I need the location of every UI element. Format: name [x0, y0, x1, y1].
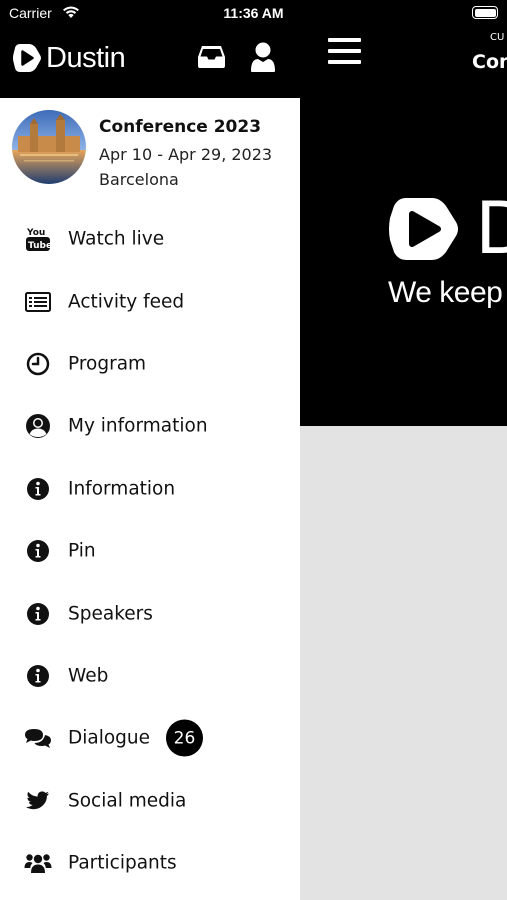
menu-item-speakers[interactable]: Speakers: [0, 582, 300, 644]
info-icon: [24, 662, 52, 690]
menu-item-label: Pin: [68, 540, 96, 562]
menu-item-my-information[interactable]: My information: [0, 395, 300, 457]
menu-item-label: Participants: [68, 852, 177, 874]
battery-icon: [472, 6, 498, 19]
menu-item-participants[interactable]: Participants: [0, 832, 300, 894]
unread-count-badge: 26: [166, 719, 203, 757]
menu-item-label: Social media: [68, 790, 187, 812]
menu-item-label: Dialogue: [68, 727, 151, 749]
list-icon: [24, 288, 52, 316]
info-icon: [24, 475, 52, 503]
users-icon: [24, 849, 52, 877]
event-title: Conference 2023: [99, 117, 262, 137]
event-image: [12, 110, 86, 184]
side-drawer: Dustin Conference 2023 Apr 10 - Apr 29, …: [0, 0, 300, 900]
comments-icon: [24, 724, 52, 752]
menu-item-label: Web: [68, 665, 109, 687]
menu-item-dialogue[interactable]: Dialogue 26: [0, 707, 300, 769]
twitter-icon: [24, 787, 52, 815]
brand-logo-icon: [389, 198, 458, 260]
event-dates: Apr 10 - Apr 29, 2023: [99, 145, 273, 164]
svg-text:You: You: [26, 228, 45, 238]
menu-item-activity-feed[interactable]: Activity feed: [0, 270, 300, 332]
menu-item-pin[interactable]: Pin: [0, 520, 300, 582]
status-bar: Carrier 11:36 AM: [0, 0, 507, 28]
menu-item-label: Activity feed: [68, 291, 185, 313]
menu-item-web[interactable]: Web: [0, 645, 300, 707]
event-location: Barcelona: [99, 170, 179, 189]
user-circle-icon: [24, 412, 52, 440]
main-title: Con: [472, 51, 507, 73]
svg-text:Tube: Tube: [28, 241, 50, 251]
youtube-icon: You Tube: [24, 225, 52, 253]
user-icon[interactable]: [250, 42, 276, 73]
menu-item-information[interactable]: Information: [0, 458, 300, 520]
menu-item-social-media[interactable]: Social media: [0, 770, 300, 832]
menu-item-label: Speakers: [68, 603, 153, 625]
status-time: 11:36 AM: [223, 5, 284, 21]
info-icon: [24, 537, 52, 565]
info-icon: [24, 600, 52, 628]
hamburger-menu-icon[interactable]: [328, 38, 361, 66]
brand-name: Dustin: [46, 42, 126, 74]
brand-logo-icon: [13, 44, 41, 72]
menu-item-label: Program: [68, 353, 147, 375]
hero-tagline: We keep: [388, 276, 503, 309]
menu-item-label: My information: [68, 415, 208, 437]
menu-item-label: Information: [68, 478, 176, 500]
drawer-menu: You Tube Watch live Activity feed Progra…: [0, 208, 300, 894]
menu-item-program[interactable]: Program: [0, 333, 300, 395]
menu-item-label: Watch live: [68, 228, 165, 250]
main-subtitle: CU: [490, 32, 505, 43]
hero-logo-text: D: [476, 185, 507, 270]
menu-item-watch-live[interactable]: You Tube Watch live: [0, 208, 300, 270]
inbox-icon[interactable]: [197, 44, 226, 70]
clock-icon: [24, 350, 52, 378]
